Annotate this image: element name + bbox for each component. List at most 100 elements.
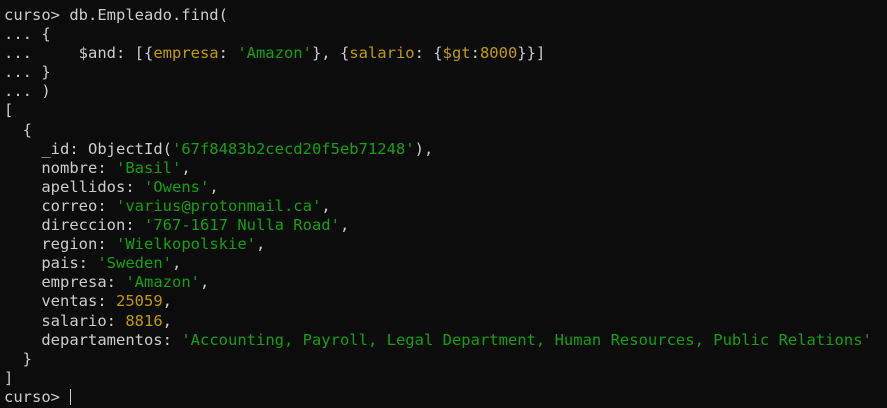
result-field-salario: salario: 8816,	[4, 312, 887, 331]
result-field-nombre: nombre: 'Basil',	[4, 159, 887, 178]
prompt: curso>	[4, 387, 70, 406]
result-field-empresa: empresa: 'Amazon',	[4, 273, 887, 292]
continuation-line: ... }	[4, 63, 887, 82]
field-value: 'varius@protonmail.ca'	[116, 196, 322, 215]
field-value: 'Accounting, Payroll, Legal Department, …	[181, 330, 872, 349]
punct: :	[470, 44, 480, 63]
field-suffix: ,	[162, 292, 173, 311]
field-separator: :	[125, 216, 144, 235]
field-suffix: ,	[181, 158, 191, 177]
punct: }, {	[311, 44, 350, 63]
result-field-ventas: ventas: 25059,	[4, 292, 887, 311]
final-prompt-line[interactable]: curso>	[4, 388, 887, 407]
field-suffix: ,	[199, 273, 210, 292]
continuation-marker: ...	[4, 63, 42, 82]
continuation-marker: ...	[4, 25, 42, 44]
field-key: departamentos	[41, 330, 163, 349]
field-separator: :	[78, 254, 98, 273]
gt-operator: $gt	[442, 44, 471, 63]
punct: }}]	[517, 44, 546, 63]
field-suffix: ,	[171, 254, 182, 273]
result-fields: _id: ObjectId('67f8483b2cecd20f5eb71248'…	[4, 140, 887, 350]
field-value: 'Basil'	[116, 158, 182, 177]
field-separator: :	[97, 235, 116, 254]
field-suffix: ,	[321, 196, 331, 215]
field-suffix: ,	[209, 177, 219, 196]
prompt: curso>	[4, 6, 70, 24]
field-value: 'Sweden'	[97, 254, 172, 273]
query-value-empresa: 'Amazon'	[237, 44, 312, 63]
field-separator: :	[162, 330, 182, 349]
result-field-id: _id: ObjectId('67f8483b2cecd20f5eb71248'…	[4, 140, 887, 159]
result-field-correo: correo: 'varius@protonmail.ca',	[4, 197, 887, 216]
punct: :	[218, 44, 238, 63]
brace: {	[41, 25, 51, 44]
continuation-marker: ...	[4, 44, 42, 63]
terminal-window[interactable]: curso> db.Empleado.find( ... { ... $and:…	[0, 0, 887, 408]
field-separator: : ObjectId(	[69, 139, 172, 158]
text-cursor	[70, 389, 72, 406]
field-separator: :	[97, 158, 116, 177]
continuation-line-query: ... $and: [{empresa: 'Amazon'}, {salario…	[4, 44, 887, 63]
continuation-marker: ...	[4, 82, 42, 101]
field-value: '67f8483b2cecd20f5eb71248'	[171, 139, 415, 158]
command-text: db.Empleado.find(	[69, 6, 228, 24]
field-key: direccion	[41, 216, 126, 235]
command-line: curso> db.Empleado.find(	[4, 6, 887, 25]
field-value: '767-1617 Nulla Road'	[144, 216, 340, 235]
result-field-apellidos: apellidos: 'Owens',	[4, 178, 887, 197]
and-operator: $and	[78, 44, 116, 63]
field-separator: :	[106, 311, 126, 330]
query-key-empresa: empresa	[153, 44, 219, 63]
continuation-line: ... )	[4, 82, 887, 101]
result-close-bracket: ]	[4, 368, 14, 387]
result-open-bracket: [	[4, 101, 14, 120]
punct: : [{	[115, 44, 154, 63]
field-value: 'Owens'	[144, 177, 210, 196]
field-separator: :	[97, 196, 116, 215]
field-separator: :	[97, 292, 116, 311]
result-close-brace: }	[4, 349, 32, 368]
query-key-salario: salario	[349, 44, 415, 63]
result-field-region: region: 'Wielkopolskie',	[4, 235, 887, 254]
field-key: correo	[41, 196, 98, 215]
field-separator: :	[125, 177, 144, 196]
result-open-brace: {	[4, 120, 32, 139]
field-key: salario	[41, 311, 107, 330]
field-value: 8816	[125, 311, 163, 330]
field-suffix: ),	[414, 139, 434, 158]
field-key: nombre	[41, 158, 98, 177]
field-key: _id	[41, 139, 70, 158]
field-value: 'Wielkopolskie'	[116, 235, 256, 254]
paren: )	[41, 82, 51, 101]
field-suffix: ,	[255, 235, 266, 254]
field-key: empresa	[41, 273, 107, 292]
query-value-gt: 8000	[479, 44, 518, 63]
result-field-departamentos: departamentos: 'Accounting, Payroll, Leg…	[4, 331, 887, 350]
continuation-line: ... {	[4, 25, 887, 44]
field-value: 25059	[116, 292, 163, 311]
field-key: region	[41, 235, 98, 254]
field-key: apellidos	[41, 177, 126, 196]
result-field-pais: pais: 'Sweden',	[4, 254, 887, 273]
field-suffix: ,	[339, 216, 350, 235]
punct: : {	[414, 44, 443, 63]
field-key: pais	[41, 254, 79, 273]
field-separator: :	[106, 273, 126, 292]
field-key: ventas	[41, 292, 98, 311]
brace: }	[41, 63, 51, 82]
field-value: 'Amazon'	[125, 273, 200, 292]
result-field-direccion: direccion: '767-1617 Nulla Road',	[4, 216, 887, 235]
